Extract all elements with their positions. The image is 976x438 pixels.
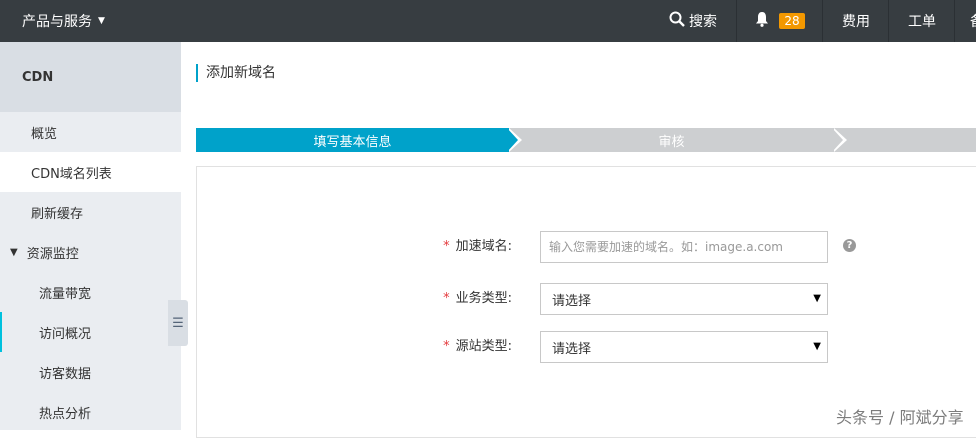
ticket-menu[interactable]: 工单 bbox=[888, 0, 955, 42]
business-type-label: * 业务类型: bbox=[443, 283, 512, 315]
add-domain-form: * 加速域名: ? * 业务类型: 请选择 ▼ * 源站类型: 请选择 ▼ bbox=[196, 166, 976, 438]
domain-label-text: 加速域名: bbox=[455, 239, 512, 254]
step-arrow bbox=[832, 128, 843, 152]
active-indicator-bar bbox=[0, 312, 2, 352]
collapse-menu-icon: ☰ bbox=[172, 315, 184, 331]
bell-icon bbox=[755, 11, 769, 31]
origin-type-value: 请选择 bbox=[552, 341, 592, 357]
sidebar-group-resource-monitor[interactable]: ▼ 资源监控 bbox=[0, 232, 181, 272]
step-fill-basic-info: 填写基本信息 bbox=[196, 128, 509, 152]
sidebar-collapse-toggle[interactable]: ☰ bbox=[168, 300, 188, 346]
watermark-text: 头条号 / 阿斌分享 bbox=[836, 408, 964, 427]
sidebar-item-access-overview[interactable]: 访问概况 bbox=[0, 312, 181, 352]
domain-input[interactable] bbox=[540, 231, 828, 263]
required-mark: * bbox=[443, 291, 450, 306]
business-type-label-text: 业务类型: bbox=[455, 291, 512, 306]
sidebar-item-refresh-cache[interactable]: 刷新缓存 bbox=[0, 192, 181, 232]
business-type-select[interactable]: 请选择 ▼ bbox=[540, 283, 828, 315]
required-mark: * bbox=[443, 239, 450, 254]
more-menu-truncated[interactable]: 备 bbox=[954, 0, 976, 42]
products-services-label: 产品与服务 bbox=[22, 14, 92, 30]
step-arrow-active bbox=[507, 128, 518, 152]
dropdown-arrow-icon: ▼ bbox=[813, 293, 821, 304]
business-type-value: 请选择 bbox=[552, 293, 592, 309]
sidebar-title: CDN bbox=[0, 42, 181, 112]
origin-type-label-text: 源站类型: bbox=[455, 339, 512, 354]
domain-row: * 加速域名: ? bbox=[197, 231, 976, 263]
origin-type-label: * 源站类型: bbox=[443, 331, 512, 363]
notification-count-badge: 28 bbox=[779, 13, 805, 29]
search-icon bbox=[669, 11, 685, 31]
domain-label: * 加速域名: bbox=[443, 231, 512, 263]
step-next bbox=[834, 128, 976, 152]
notifications-button[interactable]: 28 bbox=[736, 0, 823, 42]
business-type-row: * 业务类型: 请选择 ▼ bbox=[197, 283, 976, 315]
help-question-icon[interactable]: ? bbox=[843, 239, 856, 252]
search-button[interactable]: 搜索 bbox=[650, 0, 736, 42]
origin-type-row: * 源站类型: 请选择 ▼ bbox=[197, 331, 976, 363]
sidebar-group-label: 资源监控 bbox=[26, 246, 79, 262]
page-title: 添加新域名 bbox=[196, 64, 276, 82]
sidebar-item-overview[interactable]: 概览 bbox=[0, 112, 181, 152]
top-navbar: 产品与服务 ▼ 搜索 28 费用 工单 备 bbox=[0, 0, 976, 42]
origin-type-select[interactable]: 请选择 ▼ bbox=[540, 331, 828, 363]
sidebar-item-visitor-data[interactable]: 访客数据 bbox=[0, 352, 181, 392]
products-services-menu[interactable]: 产品与服务 ▼ bbox=[0, 0, 105, 42]
sidebar-item-traffic-bandwidth[interactable]: 流量带宽 bbox=[0, 272, 181, 312]
step-progress-bar: 填写基本信息 审核 bbox=[196, 128, 976, 152]
required-mark: * bbox=[443, 339, 450, 354]
sidebar-item-hotspot-analysis[interactable]: 热点分析 bbox=[0, 392, 181, 432]
sidebar: CDN 概览 CDN域名列表 刷新缓存 ▼ 资源监控 流量带宽 访问概况 访客数… bbox=[0, 42, 181, 430]
sidebar-item-domain-list[interactable]: CDN域名列表 bbox=[0, 152, 181, 192]
caret-down-icon: ▼ bbox=[98, 16, 105, 26]
search-label: 搜索 bbox=[689, 14, 717, 30]
triangle-down-icon: ▼ bbox=[10, 246, 18, 258]
step-review: 审核 bbox=[509, 128, 834, 152]
fee-menu[interactable]: 费用 bbox=[822, 0, 889, 42]
dropdown-arrow-icon: ▼ bbox=[813, 341, 821, 352]
